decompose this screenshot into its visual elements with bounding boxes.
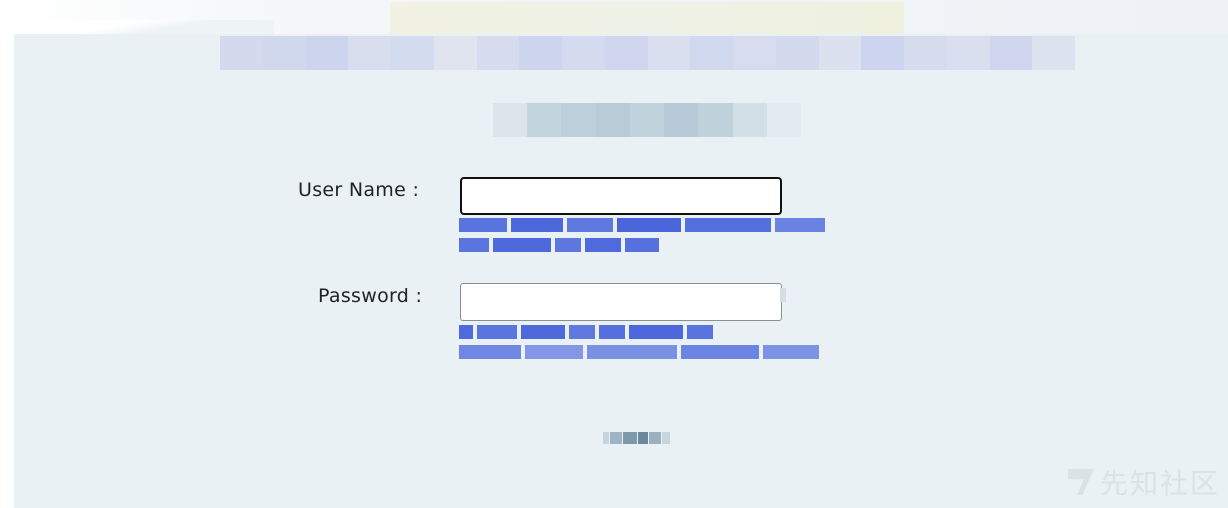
password-input-edge xyxy=(780,288,786,302)
redacted-submit-button[interactable] xyxy=(603,430,683,446)
username-label: User Name : xyxy=(298,179,420,201)
login-page: User Name : Password : 先知社区 xyxy=(0,0,1228,508)
xianzhi-logo-icon xyxy=(1068,469,1094,495)
top-banner-highlight xyxy=(390,2,904,36)
redacted-page-title xyxy=(493,103,801,137)
username-input[interactable] xyxy=(460,177,782,215)
password-hint-line-1 xyxy=(459,325,819,339)
password-hint-line-2 xyxy=(459,345,819,359)
username-hint xyxy=(459,218,825,252)
username-hint-line-2 xyxy=(459,238,825,252)
redacted-banner xyxy=(220,36,1075,70)
username-hint-line-1 xyxy=(459,218,825,232)
password-label: Password : xyxy=(318,285,423,307)
password-hint xyxy=(459,325,819,359)
site-watermark: 先知社区 xyxy=(1068,462,1220,502)
password-input[interactable] xyxy=(460,283,782,321)
watermark-text: 先知社区 xyxy=(1099,467,1220,500)
top-banner-edge xyxy=(14,20,274,34)
